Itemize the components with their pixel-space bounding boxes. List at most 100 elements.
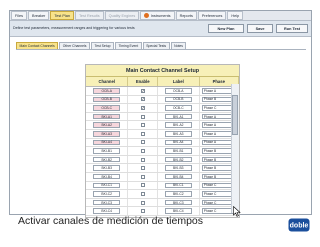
channel-cell: BKI-C2 xyxy=(86,190,129,198)
channel-field[interactable]: OCB-C xyxy=(93,105,121,111)
channel-field[interactable]: BKI-C3 xyxy=(93,199,121,206)
channel-field[interactable]: OCB-B xyxy=(93,96,121,103)
label-field[interactable]: BKI-B3 xyxy=(164,165,192,171)
tab-other-channels[interactable]: Other Channels xyxy=(59,42,90,49)
phase-value: Phase C xyxy=(203,191,217,196)
label-cell: BKI-C1 xyxy=(158,181,200,190)
enable-checkbox[interactable] xyxy=(140,200,145,205)
channel-field[interactable]: BKI-A3 xyxy=(93,131,121,137)
label-field[interactable]: BKI-A1 xyxy=(164,113,192,120)
enable-checkbox[interactable] xyxy=(140,131,145,136)
label-field[interactable]: BKI-C1 xyxy=(164,182,192,189)
table-row: BKI-B4BKI-B4Phase B▾ xyxy=(86,172,239,182)
label-field[interactable]: BKI-C3 xyxy=(164,199,192,206)
enable-cell xyxy=(128,138,159,147)
channel-cell: BKI-C1 xyxy=(86,181,129,190)
channel-field[interactable]: BKI-A2 xyxy=(93,122,121,128)
save-button[interactable]: Save xyxy=(247,24,273,33)
tab-divider xyxy=(16,49,306,50)
header-enable: Enable xyxy=(128,77,159,86)
channel-cell: BKI-C4 xyxy=(86,207,129,215)
channel-field[interactable]: BKI-C4 xyxy=(93,208,121,214)
channel-field[interactable]: BKI-B1 xyxy=(93,148,121,154)
menu-instruments[interactable]: Instruments xyxy=(140,11,175,20)
label-field[interactable]: BKI-C2 xyxy=(164,191,192,197)
label-field[interactable]: OCB-A xyxy=(164,88,192,94)
label-field[interactable]: BKI-A3 xyxy=(164,131,192,137)
enable-checkbox[interactable] xyxy=(140,166,145,171)
menu-reports-label: Reports xyxy=(179,13,193,18)
phase-value: Phase B xyxy=(203,174,217,179)
header-channel: Channel xyxy=(86,77,129,86)
menu-reports[interactable]: Reports xyxy=(175,11,197,20)
label-field[interactable]: BKI-B1 xyxy=(164,148,192,154)
channel-field[interactable]: BKI-C2 xyxy=(93,191,121,197)
enable-checkbox[interactable] xyxy=(140,174,145,179)
channel-field[interactable]: BKI-A4 xyxy=(93,139,121,146)
tab-test-setup[interactable]: Test Setup xyxy=(91,42,115,49)
label-field[interactable]: BKI-B4 xyxy=(164,173,192,180)
menu-test-results[interactable]: Test Results xyxy=(74,11,104,20)
tab-special-tests[interactable]: Special Tests xyxy=(142,42,170,49)
enable-checkbox[interactable] xyxy=(140,209,145,214)
table-row: BKI-A2BKI-A2Phase A▾ xyxy=(86,121,239,130)
hint-bar: Define test parameters, measurement rang… xyxy=(10,21,311,37)
channel-cell: BKI-B2 xyxy=(86,155,129,164)
enable-checkbox[interactable]: ✓ xyxy=(140,105,145,110)
label-field[interactable]: BKI-C4 xyxy=(164,208,192,214)
menu-help[interactable]: Help xyxy=(227,11,244,20)
menu-files[interactable]: Files xyxy=(11,11,28,20)
menu-preferences[interactable]: Preferences xyxy=(197,11,227,20)
label-cell: BKI-A3 xyxy=(158,129,200,138)
enable-checkbox[interactable] xyxy=(140,157,145,162)
label-field[interactable]: BKI-B2 xyxy=(164,156,192,163)
enable-cell: ✓ xyxy=(128,95,159,104)
enable-checkbox[interactable] xyxy=(140,140,145,145)
label-field[interactable]: OCB-B xyxy=(164,96,192,103)
tab-notes-label: Notes xyxy=(174,44,183,48)
channel-field[interactable]: BKI-A1 xyxy=(93,113,121,120)
new-plan-button[interactable]: New Plan xyxy=(208,24,244,33)
table-row: BKI-B3BKI-B3Phase B▾ xyxy=(86,164,239,173)
tab-notes[interactable]: Notes xyxy=(170,42,187,49)
main-contact-channel-table: Main Contact Channel Setup Channel Enabl… xyxy=(85,64,240,218)
menu-test-plan[interactable]: Test Plan xyxy=(50,11,74,20)
enable-checkbox[interactable]: ✓ xyxy=(140,88,145,93)
table-title: Main Contact Channel Setup xyxy=(86,65,239,77)
enable-cell xyxy=(128,129,159,138)
run-test-button[interactable]: Run Test xyxy=(276,24,308,33)
enable-cell xyxy=(128,190,159,198)
enable-cell xyxy=(128,198,159,207)
enable-checkbox[interactable] xyxy=(140,123,145,128)
phase-value: Phase C xyxy=(203,105,217,110)
menu-breaker[interactable]: Breaker xyxy=(28,11,50,20)
channel-field[interactable]: OCB-A xyxy=(93,88,121,94)
label-cell: BKI-B2 xyxy=(158,155,200,164)
tab-timing-event[interactable]: Timing Event xyxy=(115,42,142,49)
menu-instruments-label: Instruments xyxy=(150,13,171,18)
menu-quality-engines[interactable]: Quality Engines xyxy=(104,11,140,20)
table-scrollbar-thumb[interactable] xyxy=(232,95,238,135)
enable-checkbox[interactable] xyxy=(140,191,145,196)
doble-logo: doble xyxy=(288,218,310,232)
table-row: BKI-C2BKI-C2Phase C▾ xyxy=(86,190,239,199)
phase-value: Phase B xyxy=(203,97,217,102)
enable-checkbox[interactable] xyxy=(140,183,145,188)
channel-field[interactable]: BKI-B3 xyxy=(93,165,121,171)
phase-value: Phase B xyxy=(203,166,217,171)
tab-main-contact-channels[interactable]: Main Contact Channels xyxy=(16,42,59,49)
channel-field[interactable]: BKI-B2 xyxy=(93,156,121,163)
enable-checkbox[interactable]: ✓ xyxy=(140,97,145,102)
enable-checkbox[interactable] xyxy=(140,114,145,119)
phase-value: Phase A xyxy=(203,140,217,145)
enable-checkbox[interactable] xyxy=(140,148,145,153)
phase-value: Phase A xyxy=(203,114,217,119)
label-cell: BKI-A2 xyxy=(158,121,200,129)
channel-field[interactable]: BKI-B4 xyxy=(93,173,121,180)
channel-field[interactable]: BKI-C1 xyxy=(93,182,121,189)
label-field[interactable]: BKI-A2 xyxy=(164,122,192,128)
label-field[interactable]: OCB-C xyxy=(164,105,192,111)
label-cell: BKI-B1 xyxy=(158,147,200,155)
channel-cell: BKI-A2 xyxy=(86,121,129,129)
label-field[interactable]: BKI-A4 xyxy=(164,139,192,146)
